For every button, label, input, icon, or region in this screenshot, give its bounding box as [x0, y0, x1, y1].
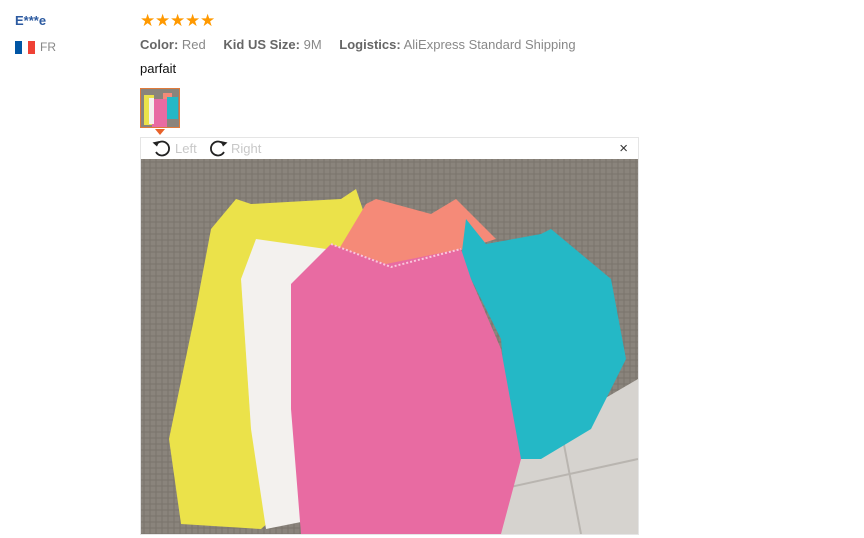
- close-viewer-button[interactable]: ×: [619, 140, 628, 158]
- review-text: parfait: [140, 61, 177, 76]
- reviewer-country: FR: [15, 40, 56, 54]
- star-rating: ★ ★ ★ ★ ★: [140, 11, 215, 31]
- attr-label: Logistics:: [339, 37, 401, 52]
- rotate-right-label: Right: [231, 140, 262, 156]
- star-icon: ★: [155, 11, 171, 30]
- rotate-right-icon: [210, 140, 228, 157]
- attr-label: Kid US Size:: [223, 37, 300, 52]
- thumbnail-selected-pointer: [155, 129, 165, 135]
- attr-label: Color:: [140, 37, 179, 52]
- reviewer-name[interactable]: E***e: [15, 13, 46, 28]
- star-icon: ★: [140, 11, 156, 30]
- star-icon: ★: [200, 11, 216, 30]
- viewer-toolbar: Left Right ×: [141, 138, 638, 159]
- attr-value: Red: [181, 37, 206, 52]
- rotate-left-button[interactable]: Left: [151, 138, 197, 158]
- country-code: FR: [40, 40, 56, 54]
- attr-logistics: Logistics: AliExpress Standard Shipping: [339, 37, 575, 52]
- review-photo-thumbnail[interactable]: [140, 88, 180, 128]
- star-icon: ★: [170, 11, 186, 30]
- thumbnail-image: [141, 89, 179, 127]
- photo-viewer: Left Right ×: [140, 137, 639, 535]
- france-flag-icon: [15, 40, 36, 54]
- attr-value: 9M: [303, 37, 322, 52]
- order-attributes: Color: Red Kid US Size: 9M Logistics: Al…: [140, 37, 590, 52]
- review-photo: [141, 159, 638, 534]
- rotate-right-button[interactable]: Right: [207, 138, 261, 158]
- attr-value: AliExpress Standard Shipping: [403, 37, 576, 52]
- attr-size: Kid US Size: 9M: [223, 37, 325, 52]
- star-icon: ★: [185, 11, 201, 30]
- rotate-left-icon: [152, 140, 170, 157]
- attr-color: Color: Red: [140, 37, 209, 52]
- rotate-left-label: Left: [175, 140, 197, 156]
